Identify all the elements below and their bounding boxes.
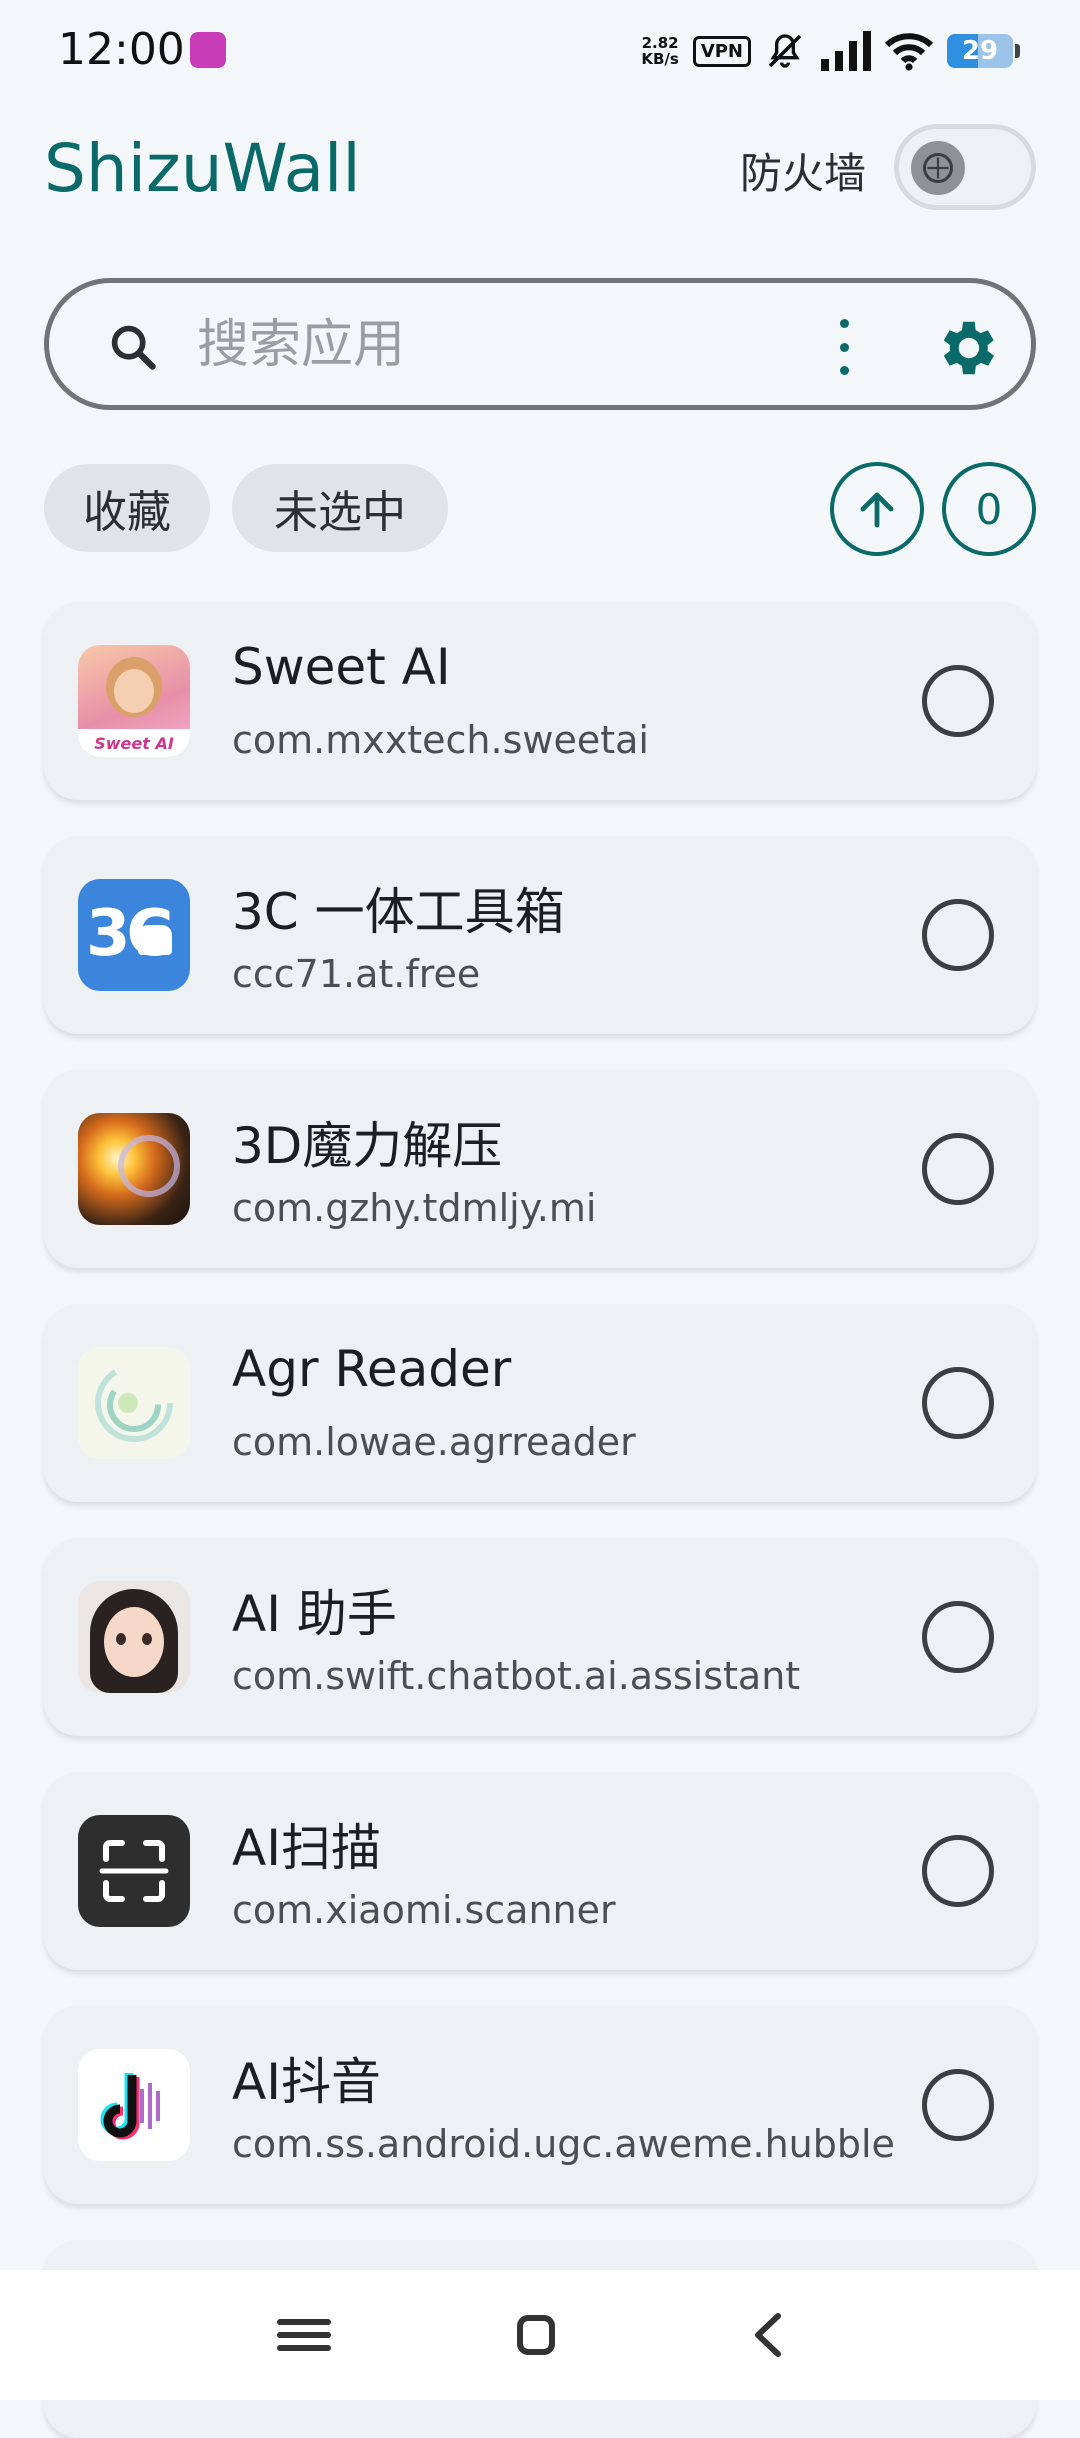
app-package: com.gzhy.tdmljy.mi [232, 1186, 597, 1230]
network-speed-value: 2.82 [641, 34, 679, 52]
app-name: Sweet AI [232, 638, 451, 696]
status-icons: 2.82 KB/s VPN 29 [641, 26, 1020, 76]
firewall-label: 防火墙 [740, 149, 867, 198]
ai-douyin-icon [78, 2049, 190, 2161]
app-name: AI 助手 [232, 1585, 397, 1643]
app-list-item[interactable]: AI扫描 com.xiaomi.scanner [44, 1772, 1036, 1970]
search-bar [44, 278, 1036, 410]
app-select-radio[interactable] [922, 1835, 994, 1907]
menu-icon[interactable] [274, 2310, 334, 2360]
network-speed: 2.82 KB/s [641, 35, 678, 67]
app-name: AI扫描 [232, 1819, 381, 1877]
ai-assistant-icon [78, 1581, 190, 1693]
signal-icon [821, 31, 871, 71]
app-select-radio[interactable] [922, 665, 994, 737]
app-list-item[interactable]: Sweet AI Sweet AI com.mxxtech.sweetai [44, 602, 1036, 800]
battery-level: 29 [961, 36, 999, 66]
battery-icon: 29 [947, 34, 1020, 68]
app-name: Agr Reader [232, 1340, 512, 1398]
search-icon [111, 325, 156, 370]
firewall-toggle-knob [911, 141, 965, 195]
3d-magic-icon [78, 1113, 190, 1225]
home-icon[interactable] [506, 2310, 566, 2360]
status-bar: 12:00 2.82 KB/s VPN 29 [0, 0, 1080, 100]
agr-reader-icon [78, 1347, 190, 1459]
app-package: com.lowae.agrreader [232, 1420, 636, 1464]
ai-scanner-icon [78, 1815, 190, 1927]
wifi-icon [885, 33, 933, 71]
firewall-off-icon [923, 153, 953, 183]
app-package: com.swift.chatbot.ai.assistant [232, 1654, 801, 1698]
app-package: ccc71.at.free [232, 952, 481, 996]
vpn-icon: VPN [692, 35, 751, 67]
app-package: com.ss.android.ugc.aweme.hubble [232, 2122, 895, 2166]
app-select-radio[interactable] [922, 1601, 994, 1673]
app-select-radio[interactable] [922, 1367, 994, 1439]
app-select-radio[interactable] [922, 2069, 994, 2141]
back-icon[interactable] [740, 2310, 800, 2360]
firewall-toggle[interactable] [894, 124, 1036, 210]
app-list-item[interactable]: 3D魔力解压 com.gzhy.tdmljy.mi [44, 1070, 1036, 1268]
app-list-item[interactable]: AI抖音 com.ss.android.ugc.aweme.hubble [44, 2006, 1036, 2204]
status-time: 12:00 [58, 24, 185, 75]
sweet-ai-icon: Sweet AI [78, 645, 190, 757]
app-package: com.xiaomi.scanner [232, 1888, 616, 1932]
app-name: 3C 一体工具箱 [232, 883, 565, 941]
app-title: ShizuWall [44, 130, 361, 207]
app-select-radio[interactable] [922, 899, 994, 971]
app-name: 3D魔力解压 [232, 1117, 503, 1175]
selected-count-button[interactable]: 0 [942, 462, 1036, 556]
app-select-radio[interactable] [922, 1133, 994, 1205]
navigation-bar [0, 2270, 1080, 2400]
mute-icon [768, 34, 802, 68]
favorites-chip[interactable]: 收藏 [44, 464, 210, 552]
app-list-item[interactable]: Agr Reader com.lowae.agrreader [44, 1304, 1036, 1502]
network-speed-unit: KB/s [641, 50, 679, 68]
app-name: AI抖音 [232, 2053, 381, 2111]
app-list-item[interactable]: AI 助手 com.swift.chatbot.ai.assistant [44, 1538, 1036, 1736]
search-input[interactable] [197, 313, 817, 377]
3c-toolbox-icon: 3C [78, 879, 190, 991]
unselected-chip[interactable]: 未选中 [232, 464, 448, 552]
notification-app-icon [190, 32, 226, 68]
app-list-item[interactable]: 3C 3C 一体工具箱 ccc71.at.free [44, 836, 1036, 1034]
more-options-icon[interactable] [829, 319, 859, 375]
scroll-up-button[interactable] [830, 462, 924, 556]
app-package: com.mxxtech.sweetai [232, 718, 649, 762]
arrow-up-icon [860, 492, 894, 528]
gear-icon[interactable] [931, 313, 1001, 383]
